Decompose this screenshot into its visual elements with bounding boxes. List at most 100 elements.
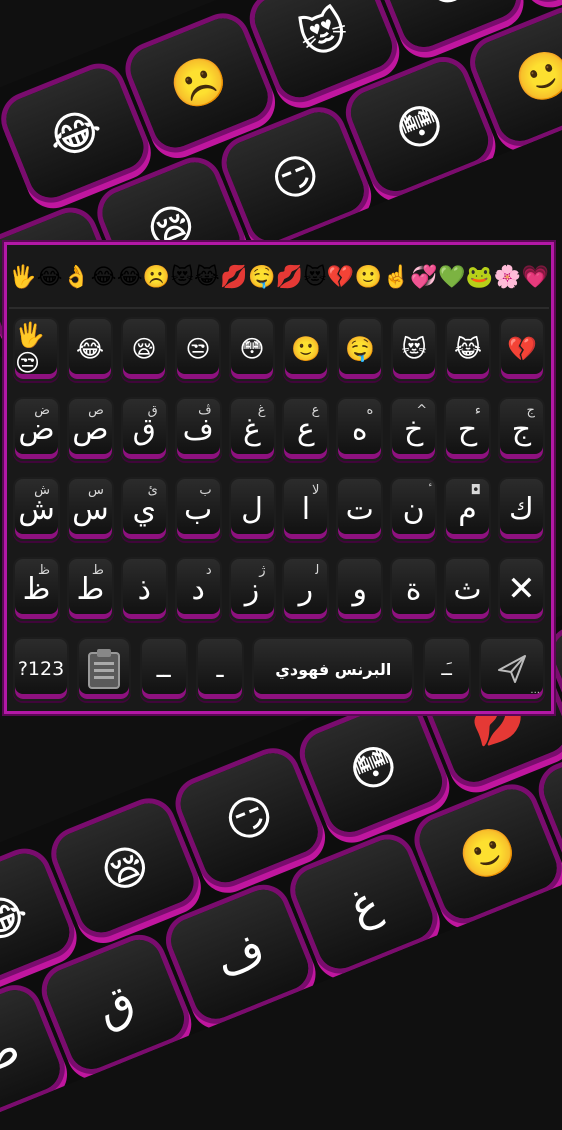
kashida-key[interactable]: ـ <box>195 637 244 701</box>
letter-key[interactable]: ءح <box>444 397 491 461</box>
letter-key[interactable]: ث <box>444 557 491 621</box>
letter-key[interactable]: ﻟر <box>282 557 330 621</box>
emoji-suggestion[interactable]: 😻 <box>171 267 194 289</box>
emoji-key[interactable]: 😒 <box>175 317 221 381</box>
emoji-suggestion[interactable]: 😂 <box>91 267 117 289</box>
background-key-label: ف <box>207 920 272 989</box>
emoji-suggestion[interactable]: 🖐 <box>9 267 36 289</box>
letter-key[interactable]: ت <box>336 477 384 541</box>
emoji-key[interactable]: 😂 <box>67 317 113 381</box>
key-label: د <box>191 571 205 607</box>
letter-key[interactable]: هه <box>336 397 384 461</box>
background-key: 🙂 <box>412 782 562 925</box>
letter-key[interactable]: ك <box>497 477 545 541</box>
emoji-suggestion[interactable]: 😂 <box>37 267 63 289</box>
key-hint: ص <box>88 403 104 418</box>
background-key: 😏 <box>173 746 325 889</box>
key-label: ا <box>301 491 311 527</box>
emoji-suggestion[interactable]: 🤤 <box>248 267 275 289</box>
emoji-key-label: 😳 <box>239 335 265 363</box>
emoji-key[interactable]: 😳 <box>229 317 275 381</box>
letter-key[interactable]: ل <box>228 477 276 541</box>
letter-key[interactable]: طط <box>66 557 114 621</box>
letter-key[interactable]: سس <box>66 477 114 541</box>
send-icon <box>497 655 526 683</box>
clipboard-key[interactable] <box>77 637 132 701</box>
background-key-label: غ <box>341 873 387 935</box>
emoji-suggestion[interactable]: 🐸 <box>466 267 493 289</box>
key-hint: غ <box>257 403 266 418</box>
key-hint: لا <box>311 483 320 498</box>
emoji-suggestion[interactable]: ☹️ <box>143 267 170 289</box>
emoji-suggestion[interactable]: 😻 <box>304 267 327 289</box>
send-key[interactable]: ... <box>478 637 545 701</box>
emoji-key-label: 😒 <box>185 335 211 363</box>
letter-key[interactable]: دد <box>174 557 222 621</box>
letter-key[interactable]: ذ <box>120 557 168 621</box>
letter-key[interactable]: قق <box>120 397 168 461</box>
emoji-suggestion[interactable]: 🌸 <box>494 267 521 289</box>
letter-key[interactable]: بب <box>174 477 222 541</box>
emoji-key[interactable]: 😪 <box>121 317 167 381</box>
emoji-key[interactable]: 😻 <box>391 317 437 381</box>
letter-key[interactable]: شش <box>13 477 60 541</box>
emoji-key[interactable]: 😹 <box>445 317 491 381</box>
emoji-key[interactable]: 💔 <box>499 317 545 381</box>
emoji-suggestion[interactable]: 💗 <box>521 267 548 289</box>
emoji-suggestion[interactable]: 💚 <box>438 267 465 289</box>
emoji-key[interactable]: 🖐😒 <box>13 317 59 381</box>
background-key: ☹️ <box>123 11 275 155</box>
delete-key[interactable]: ✕ <box>497 557 545 621</box>
emoji-suggestion[interactable]: 🙂 <box>355 267 382 289</box>
background-key-label: ق <box>88 972 143 1037</box>
emoji-key-row: 🖐😒 😂 😪 😒 😳 🙂 🤤 😻 😹 💔 <box>13 317 545 381</box>
background-key-label: 😳 <box>341 733 406 802</box>
letter-key[interactable]: ئي <box>120 477 168 541</box>
letter-key[interactable]: ◘ م <box>444 477 491 541</box>
emoji-suggestion[interactable]: 👌 <box>63 267 90 289</box>
letter-key[interactable]: صص <box>66 397 114 461</box>
letter-key[interactable]: ٔن <box>390 477 438 541</box>
letter-key[interactable]: و <box>336 557 384 621</box>
letter-key[interactable]: ڤف <box>174 397 222 461</box>
background-key-label: 🙂 <box>451 817 525 890</box>
key-hint: س <box>88 483 104 498</box>
emoji-suggestion-strip: 🖐 😂 👌 😂 😂 ☹️ 😻 😹 💋 🤤 💋 😻 💔 🙂 ☝️ 💞 💚 🐸 🌸 💗 <box>9 249 549 309</box>
key-hint: ق <box>147 403 158 418</box>
emoji-suggestion[interactable]: 😂 <box>117 267 143 289</box>
key-hint: ض <box>34 403 50 418</box>
background-key-label: 😻 <box>291 0 356 67</box>
emoji-key-label: 😪 <box>131 335 157 363</box>
background-key: 😂 <box>0 61 151 205</box>
key-label: ك <box>509 491 534 527</box>
emoji-key[interactable]: 🙂 <box>283 317 329 381</box>
letter-key[interactable]: ^ خ <box>390 397 438 461</box>
letter-key[interactable]: ظظ <box>13 557 60 621</box>
letter-key[interactable]: لا ا <box>282 477 330 541</box>
emoji-suggestion[interactable]: 💋 <box>220 267 247 289</box>
background-key-label: 😂 <box>0 883 36 954</box>
background-key-label: ه <box>512 183 556 243</box>
diacritic-key[interactable]: ـَـ <box>422 637 471 701</box>
emoji-suggestion[interactable]: ☝️ <box>382 267 409 289</box>
letter-key[interactable]: جج <box>497 397 545 461</box>
key-label: و <box>352 571 368 607</box>
key-hint: ﻟ <box>315 563 320 578</box>
space-key[interactable]: البرنس فهودي <box>252 637 415 701</box>
delete-icon: ✕ <box>507 569 536 609</box>
letter-key[interactable]: غغ <box>228 397 276 461</box>
emoji-suggestion[interactable]: 💔 <box>327 267 354 289</box>
emoji-suggestion[interactable]: 😹 <box>194 267 220 289</box>
key-hint: ط <box>91 563 104 578</box>
emoji-suggestion[interactable]: 💞 <box>410 267 437 289</box>
background-key-label: 😏 <box>216 783 282 852</box>
letter-key[interactable]: ضض <box>13 397 60 461</box>
emoji-suggestion[interactable]: 💋 <box>276 267 303 289</box>
numbers-key[interactable]: ?123 <box>13 637 69 701</box>
letter-key[interactable]: عع <box>282 397 330 461</box>
letter-key[interactable]: ة <box>390 557 438 621</box>
key-label: ه <box>351 411 368 447</box>
letter-key[interactable]: ژز <box>228 557 276 621</box>
tatweel-key[interactable]: ــ <box>139 637 188 701</box>
emoji-key[interactable]: 🤤 <box>337 317 383 381</box>
